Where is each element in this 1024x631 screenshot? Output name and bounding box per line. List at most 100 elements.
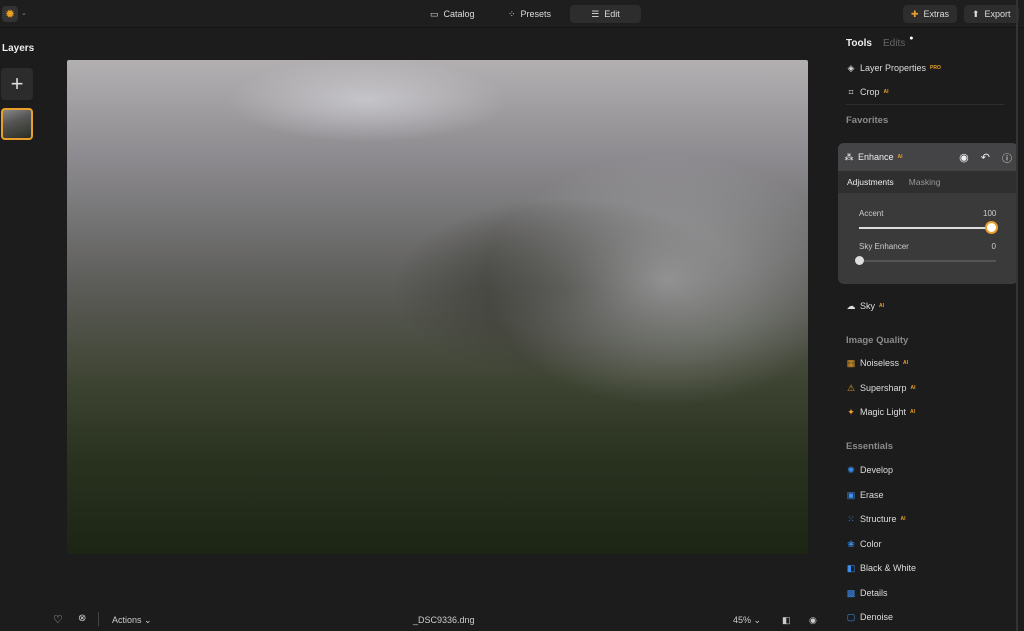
crop-label: Crop [860,87,880,97]
details-icon: ▩ [846,587,856,598]
layer-thumbnail[interactable] [1,108,33,140]
slider-label: Sky Enhancer [859,242,909,251]
undo-icon[interactable]: ↶ [981,151,990,164]
tool-color[interactable]: ❀ Color [846,538,882,549]
tool-magic-light[interactable]: ✦ Magic Light AI [846,407,915,417]
tab-adjustments[interactable]: Adjustments [847,177,894,187]
sky-label: Sky [860,301,876,311]
top-bar: ✹ ⌄ ▭ Catalog ⁘ Presets ☰ Edit ✚ Extras ⬆ Exp… [0,0,1024,28]
image-quality-heading: Image Quality [846,335,909,346]
chevron-down-icon[interactable]: ⌄ [21,9,27,17]
enhance-title: Enhance [858,152,894,162]
info-icon[interactable]: ⓘ [1002,150,1012,165]
denoise-icon: ▢ [846,612,856,622]
enhance-panel: ⁂ Enhance AI ◉ ↶ ⓘ Adjustments Masking Ac… [838,143,1018,284]
magic-wand-icon: ⁂ [844,152,854,162]
divider [846,104,1004,105]
slider-fill [859,227,991,229]
zoom-value: 45% [733,615,752,625]
layers-icon: ◈ [847,63,855,73]
app-logo-icon[interactable]: ✹ [2,6,18,22]
tab-masking[interactable]: Masking [909,177,941,187]
tab-presets[interactable]: ⁘ Presets [500,5,559,23]
edits-label: Edits [883,38,906,49]
tool-label: Black & White [860,563,917,573]
tool-label: Supersharp [860,382,907,393]
color-circles-icon: ❀ [847,538,855,549]
export-button[interactable]: ⬆ Export [964,5,1019,23]
sliders-icon: ☰ [591,8,600,19]
photo-canvas[interactable] [67,60,808,554]
layer-properties-label: Layer Properties [860,63,927,73]
essentials-heading: Essentials [846,441,893,452]
heart-icon[interactable]: ♡ [53,613,63,626]
tool-layer-properties[interactable]: ◈ Layer Properties PRO [846,63,941,73]
filename: _DSC9336.dng [413,615,475,625]
ai-badge: AI [910,409,916,415]
slider-thumb[interactable] [855,256,864,265]
black-white-icon: ◧ [846,563,856,573]
tool-noiseless[interactable]: ▦ Noiseless AI [846,358,908,368]
eraser-icon: ▣ [846,489,856,500]
export-label: Export [984,9,1011,19]
add-layer-button[interactable]: + [1,68,33,100]
tool-label: Denoise [860,612,894,622]
compare-icon[interactable]: ◧ [782,615,791,626]
structure-icon: ⁙ [847,514,855,524]
tool-label: Magic Light [860,407,907,417]
pro-badge: PRO [930,65,941,71]
ai-badge: AI [900,516,906,522]
tool-supersharp[interactable]: ⚠ Supersharp AI [846,383,916,393]
tool-label: Color [860,538,882,549]
extras-button[interactable]: ✚ Extras [903,5,958,23]
slider-track[interactable] [859,260,996,262]
magic-light-icon: ✦ [847,407,855,417]
eye-icon[interactable]: ◉ [959,151,969,164]
tool-label: Noiseless [860,358,900,368]
tab-edits[interactable]: Edits ● [883,35,914,49]
cloud-icon: ☁ [846,301,856,311]
slider-label: Accent [859,209,884,218]
tool-black-white[interactable]: ◧ Black & White [846,563,916,573]
ai-badge: AI [897,154,903,160]
tool-label: Erase [860,489,884,500]
tool-develop[interactable]: ✺ Develop [846,465,893,475]
noiseless-icon: ▦ [846,358,856,368]
enhance-header[interactable]: ⁂ Enhance AI ◉ ↶ ⓘ [838,143,1018,171]
tool-erase[interactable]: ▣ Erase [846,490,884,500]
tool-denoise[interactable]: ▢ Denoise [846,612,893,622]
tool-label: Details [860,587,888,598]
edit-label: Edit [604,9,620,19]
actions-label: Actions [112,615,142,625]
bottom-bar: ♡ ⊗ Actions ⌄ _DSC9336.dng 45% ⌄ ◧ ◉ [40,610,840,630]
tool-label: Develop [860,465,894,475]
ai-badge: AI [879,303,885,309]
supersharp-icon: ⚠ [846,382,856,393]
tab-tools[interactable]: Tools [846,38,872,49]
export-icon: ⬆ [972,8,980,19]
reject-icon[interactable]: ⊗ [78,613,86,624]
edits-dot: ● [909,35,914,42]
favorites-heading: Favorites [846,115,889,126]
zoom-dropdown[interactable]: 45% ⌄ [733,615,761,626]
preview-eye-icon[interactable]: ◉ [809,615,817,626]
divider [98,612,99,626]
tool-details[interactable]: ▩ Details [846,588,888,598]
scrollbar[interactable] [1016,0,1018,631]
ai-badge: AI [883,89,889,95]
ai-badge: AI [903,360,909,366]
slider-value: 0 [991,242,996,251]
tab-catalog[interactable]: ▭ Catalog [422,5,483,23]
tool-sky[interactable]: ☁ Sky AI [846,301,885,311]
presets-label: Presets [520,9,552,19]
actions-menu[interactable]: Actions ⌄ [112,615,152,626]
slider-thumb[interactable] [987,223,996,232]
puzzle-icon: ✚ [911,8,919,19]
tool-structure[interactable]: ⁙ Structure AI [846,514,906,524]
tool-crop[interactable]: ⌗ Crop AI [846,87,889,97]
ai-badge: AI [910,384,916,391]
extras-label: Extras [923,9,950,19]
tool-label: Structure [860,514,897,524]
sun-icon: ✺ [847,465,855,475]
tab-edit[interactable]: ☰ Edit [570,5,641,23]
